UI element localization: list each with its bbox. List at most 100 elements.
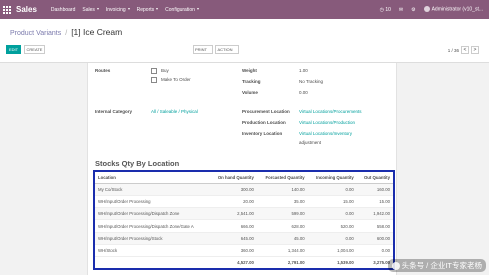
inventory-location-field[interactable]: Virtual Locations/Inventory <box>299 131 352 136</box>
table-cell: 2,541.00 <box>209 207 257 221</box>
menu-sales[interactable]: Sales <box>82 7 99 13</box>
table-cell: 35.00 <box>256 195 308 209</box>
watermark: 头条号 / 企业IT专家老杨 <box>387 259 486 272</box>
message-count: 10 <box>385 6 391 13</box>
gear-icon: ⚙ <box>411 6 416 13</box>
totals-cell: 2,791.00 <box>256 256 308 270</box>
watermark-logo-icon <box>391 261 400 270</box>
chat-icon[interactable]: ✉ <box>399 7 403 13</box>
breadcrumb-parent[interactable]: Product Variants <box>10 30 61 37</box>
print-label: PRINT <box>195 47 207 52</box>
column-header: Incoming Quantity <box>307 171 357 184</box>
internal-category-label: Internal Category <box>95 109 133 114</box>
navbar-systray: ◷ 10 ✉ ⚙ Administrator (v10_st... <box>380 0 483 19</box>
tracking-label: Tracking <box>242 79 261 84</box>
menu-reports-label: Reports <box>136 6 155 13</box>
menu-invoicing[interactable]: Invoicing <box>106 7 130 13</box>
table-cell: WH/Input/Order Processing <box>94 195 210 209</box>
top-navbar: Sales Dashboard Sales Invoicing Reports … <box>0 0 489 19</box>
table-cell: WH/Input/Order Processing/Dispatch Zone/… <box>94 219 210 233</box>
print-dropdown[interactable]: PRINT <box>193 45 213 54</box>
volume-label: Volume <box>242 90 258 95</box>
inventory-location-label: Inventory Location <box>242 131 283 136</box>
table-cell: My Co/Stock <box>94 183 210 196</box>
route-mto-checkbox[interactable] <box>151 77 157 83</box>
table-totals-row: 4,527.00 2,791.00 1,539.00 3,275.00 <box>94 256 394 270</box>
table-cell: 160.00 <box>356 183 394 196</box>
table-cell: 300.00 <box>209 183 257 196</box>
column-header: Out Quantity <box>356 171 394 184</box>
menu-configuration[interactable]: Configuration <box>165 7 199 13</box>
table-cell: 1,942.00 <box>356 207 394 221</box>
settings-button[interactable]: ⚙ <box>411 7 415 13</box>
pager-next-button[interactable]: > <box>471 46 479 54</box>
app-brand[interactable]: Sales <box>16 5 37 14</box>
breadcrumb-separator: / <box>65 30 68 37</box>
table-cell: WH/Stock <box>94 244 210 258</box>
control-panel: Product Variants / [1] Ice Cream EDIT CREA… <box>0 19 489 63</box>
totals-cell <box>94 256 210 270</box>
route-buy-checkbox[interactable] <box>151 68 157 74</box>
breadcrumb-current: [1] Ice Cream <box>71 27 123 37</box>
procurement-location-field[interactable]: Virtual Locations/Procurements <box>299 109 361 114</box>
totals-cell: 1,539.00 <box>307 256 357 270</box>
messages-button[interactable]: ◷ 10 <box>380 7 391 13</box>
user-name: Administrator (v10_st... <box>431 6 483 13</box>
weight-label: Weight <box>242 68 257 73</box>
production-location-field[interactable]: Virtual Locations/Production <box>299 120 355 125</box>
main-menu: Dashboard Sales Invoicing Reports Config… <box>51 7 199 13</box>
table-cell: 45.00 <box>256 232 308 245</box>
table-cell: 15.00 <box>307 195 357 209</box>
table-cell: 600.00 <box>356 232 394 245</box>
table-cell: 558.00 <box>356 219 394 233</box>
menu-configuration-label: Configuration <box>165 6 195 13</box>
avatar <box>423 6 430 13</box>
internal-category-field[interactable]: All / Saleable / Physical <box>151 109 198 114</box>
user-menu[interactable]: Administrator (v10_st... <box>423 6 483 13</box>
routes-label: Routes <box>95 68 111 73</box>
clock-icon: ◷ <box>379 6 384 13</box>
table-cell: WH/Input/Order Processing/Stock <box>94 232 210 245</box>
table-row[interactable]: WH/Input/Order Processing/Dispatch Zone/… <box>94 219 394 233</box>
table-cell: 0.00 <box>307 207 357 221</box>
table-row[interactable]: WH/Input/Order Processing 20.00 35.00 15… <box>94 195 394 209</box>
volume-field[interactable]: 0.00 <box>299 90 308 95</box>
edit-button[interactable]: EDIT <box>6 45 21 54</box>
table-cell: 140.00 <box>256 183 308 196</box>
table-cell: 1,344.00 <box>256 244 308 258</box>
column-header: Location <box>94 171 210 184</box>
breadcrumb: Product Variants / [1] Ice Cream <box>10 27 122 37</box>
pager: 1 / 36 < > <box>448 46 479 54</box>
menu-dashboard[interactable]: Dashboard <box>51 7 75 13</box>
table-cell: 360.00 <box>209 244 257 258</box>
apps-menu-icon[interactable] <box>3 5 13 14</box>
action-label: ACTION <box>217 47 233 52</box>
table-row[interactable]: WH/Input/Order Processing/Dispatch Zone … <box>94 207 394 221</box>
menu-reports[interactable]: Reports <box>137 7 159 13</box>
stock-table: Location On hand Quantity Forcasted Quan… <box>93 170 395 270</box>
table-cell: 0.00 <box>307 232 357 245</box>
table-cell: 599.00 <box>256 207 308 221</box>
weight-field[interactable]: 1.00 <box>299 68 308 73</box>
table-row[interactable]: WH/Input/Order Processing/Stock 645.00 4… <box>94 232 394 245</box>
procurement-location-label: Procurement Location <box>242 109 290 114</box>
table-cell: 520.00 <box>307 219 357 233</box>
pager-previous-button[interactable]: < <box>461 46 469 54</box>
pager-value[interactable]: 1 / 36 <box>448 48 459 53</box>
table-cell: 645.00 <box>209 232 257 245</box>
column-header: Forcasted Quantity <box>256 171 308 184</box>
route-buy-label: Buy <box>161 68 169 73</box>
column-header: On hand Quantity <box>209 171 257 184</box>
create-button[interactable]: CREATE <box>24 45 45 54</box>
route-mto-label: Make To Order <box>161 77 191 82</box>
form-sheet: Routes Buy Make To Order Weight 1.00 Tra… <box>87 63 397 275</box>
menu-sales-label: Sales <box>82 6 95 13</box>
table-row[interactable]: WH/Stock 360.00 1,344.00 1,004.00 0.00 <box>94 244 394 258</box>
totals-cell: 4,527.00 <box>209 256 257 270</box>
menu-invoicing-label: Invoicing <box>105 6 126 13</box>
table-header-row: Location On hand Quantity Forcasted Quan… <box>94 171 394 184</box>
tracking-field[interactable]: No Tracking <box>299 79 323 84</box>
action-dropdown[interactable]: ACTION <box>215 45 239 54</box>
table-cell: 0.00 <box>356 244 394 258</box>
table-row[interactable]: My Co/Stock 300.00 140.00 0.00 160.00 <box>94 183 394 196</box>
